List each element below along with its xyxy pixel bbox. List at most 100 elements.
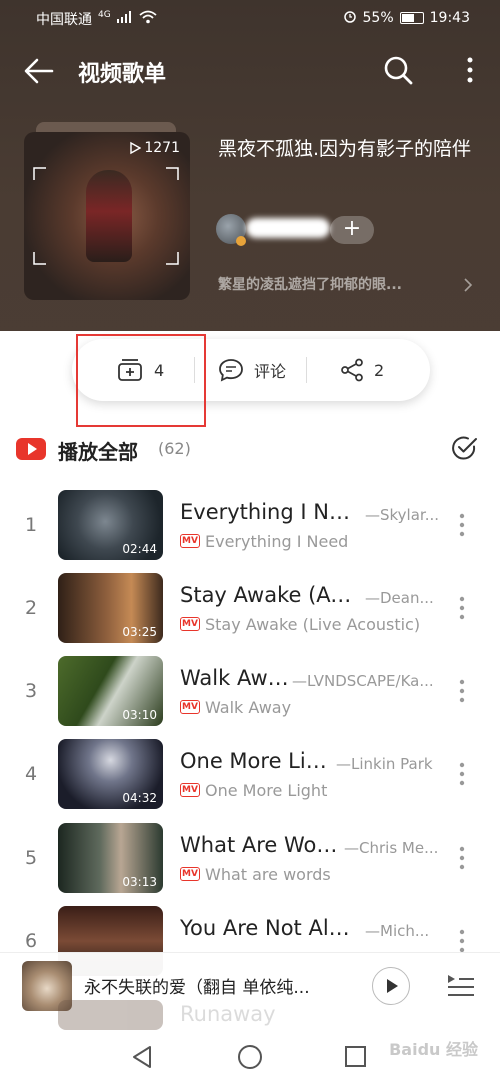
- video-thumbnail[interactable]: 02:44: [58, 490, 163, 560]
- top-bar: 视频歌单: [0, 50, 500, 90]
- song-index: 3: [24, 680, 38, 702]
- video-duration: 03:10: [122, 708, 157, 722]
- song-artist: —Chris Me...: [344, 839, 439, 857]
- more-vertical-icon[interactable]: [456, 595, 468, 621]
- video-duration: 02:44: [122, 542, 157, 556]
- song-artist: —Dean...: [365, 589, 434, 607]
- song-artist: —Skylar...: [365, 506, 440, 524]
- play-all-row[interactable]: 播放全部 (62): [0, 430, 500, 470]
- search-button[interactable]: [382, 54, 414, 86]
- playlist-cover[interactable]: 1271: [24, 132, 190, 300]
- search-icon: [384, 56, 413, 85]
- chevron-right-icon[interactable]: [462, 276, 474, 294]
- system-nav-bar: Baidu 经验: [0, 1030, 500, 1083]
- play-outline-icon: [130, 141, 142, 155]
- play-all-label[interactable]: 播放全部: [58, 436, 138, 465]
- playlist-description[interactable]: 繁星的凌乱遮挡了抑郁的眼...: [218, 274, 438, 294]
- wifi-icon: [139, 10, 157, 28]
- song-row[interactable]: 3 03:10 Walk Away —LVNDSCAPE/Ka... MV Wa…: [0, 656, 500, 739]
- mv-badge: MV: [180, 534, 200, 548]
- check-circle-icon: [452, 436, 477, 460]
- more-vertical-icon[interactable]: [456, 678, 468, 704]
- annotation-highlight-box: [76, 334, 206, 427]
- clock: 19:43: [429, 10, 470, 26]
- nav-back-icon[interactable]: [130, 1044, 154, 1070]
- vip-badge-icon: [236, 236, 246, 246]
- song-row[interactable]: 2 03:25 Stay Awake (Ac... —Dean... MV St…: [0, 573, 500, 656]
- battery-icon: [399, 12, 424, 24]
- share-icon: [341, 358, 363, 382]
- status-bar: 中国联通 4G 55% 19:43: [0, 0, 500, 34]
- video-duration: 04:32: [122, 791, 157, 805]
- video-thumbnail[interactable]: 04:32: [58, 739, 163, 809]
- song-title: What Are Words: [180, 833, 345, 857]
- video-frame-icon: [33, 167, 179, 265]
- divider: [306, 357, 307, 383]
- watermark: Baidu 经验: [389, 1040, 478, 1059]
- song-row[interactable]: 5 03:13 What Are Words —Chris Me... MV W…: [0, 823, 500, 906]
- follow-button[interactable]: +: [330, 216, 374, 244]
- more-vertical-icon[interactable]: [456, 845, 468, 871]
- song-subtitle: Stay Awake (Live Acoustic): [205, 615, 421, 634]
- play-count-value: 1271: [144, 140, 180, 156]
- song-row[interactable]: 4 04:32 One More Light —Linkin Park MV O…: [0, 739, 500, 822]
- song-artist: —Mich...: [365, 922, 430, 940]
- alarm-icon: [343, 9, 357, 27]
- now-playing-title[interactable]: 永不失联的爱（翻自 单依纯...: [84, 973, 354, 998]
- video-duration: 03:13: [122, 875, 157, 889]
- video-duration: 03:25: [122, 625, 157, 639]
- comment-label: 评论: [254, 362, 287, 381]
- nav-home-icon[interactable]: [238, 1045, 262, 1069]
- nav-recents-icon[interactable]: [345, 1046, 366, 1067]
- share-button[interactable]: 2: [340, 339, 384, 401]
- song-title: Stay Awake (Ac...: [180, 583, 360, 607]
- more-options-button[interactable]: [462, 54, 478, 86]
- song-artist: —LVNDSCAPE/Ka...: [292, 672, 434, 690]
- more-vertical-icon[interactable]: [456, 761, 468, 787]
- song-title: Walk Away: [180, 666, 290, 690]
- more-vertical-icon[interactable]: [456, 512, 468, 538]
- song-index: 2: [24, 597, 38, 619]
- video-thumbnail: [58, 1000, 163, 1030]
- song-title: One More Light: [180, 749, 338, 773]
- more-vertical-icon: [467, 57, 473, 83]
- video-thumbnail[interactable]: 03:10: [58, 656, 163, 726]
- arrow-left-icon: [24, 58, 54, 84]
- playlist-title: 黑夜不孤独.因为有影子的陪伴: [218, 138, 472, 160]
- song-index: 5: [24, 847, 38, 869]
- mv-badge: MV: [180, 700, 200, 714]
- share-count: 2: [374, 360, 385, 380]
- playlist-queue-icon[interactable]: [446, 971, 476, 999]
- comment-icon: [219, 359, 243, 382]
- song-row[interactable]: 1 02:44 Everything I Ne... —Skylar... MV…: [0, 490, 500, 573]
- play-count: 1271: [129, 140, 180, 156]
- song-subtitle: What are words: [205, 865, 331, 884]
- multi-select-button[interactable]: [450, 434, 478, 462]
- mv-badge: MV: [180, 867, 200, 881]
- network-label: 4G: [98, 10, 111, 20]
- song-title: You Are Not Alo...: [180, 916, 360, 940]
- video-thumbnail[interactable]: 03:13: [58, 823, 163, 893]
- more-vertical-icon[interactable]: [456, 928, 468, 954]
- back-button[interactable]: [22, 54, 56, 88]
- song-index: 6: [24, 930, 38, 952]
- song-count: (62): [158, 439, 191, 458]
- username-redacted: [246, 218, 330, 238]
- song-index: 4: [24, 763, 38, 785]
- signal-icon: [116, 11, 133, 27]
- carrier-label: 中国联通: [36, 12, 92, 28]
- list-item-partial: Runaway: [58, 1000, 398, 1030]
- battery-percent: 55%: [362, 10, 394, 26]
- song-index: 1: [24, 514, 38, 536]
- play-all-icon[interactable]: [16, 438, 46, 460]
- song-artist: —Linkin Park: [336, 755, 433, 773]
- comment-button[interactable]: 评论: [218, 339, 286, 401]
- song-title: Everything I Ne...: [180, 500, 360, 524]
- song-subtitle: One More Light: [205, 781, 328, 800]
- mv-badge: MV: [180, 617, 200, 631]
- mv-badge: MV: [180, 783, 200, 797]
- song-title: Runaway: [180, 1002, 276, 1026]
- song-subtitle: Everything I Need: [205, 532, 349, 551]
- video-thumbnail[interactable]: 03:25: [58, 573, 163, 643]
- song-subtitle: Walk Away: [205, 698, 292, 717]
